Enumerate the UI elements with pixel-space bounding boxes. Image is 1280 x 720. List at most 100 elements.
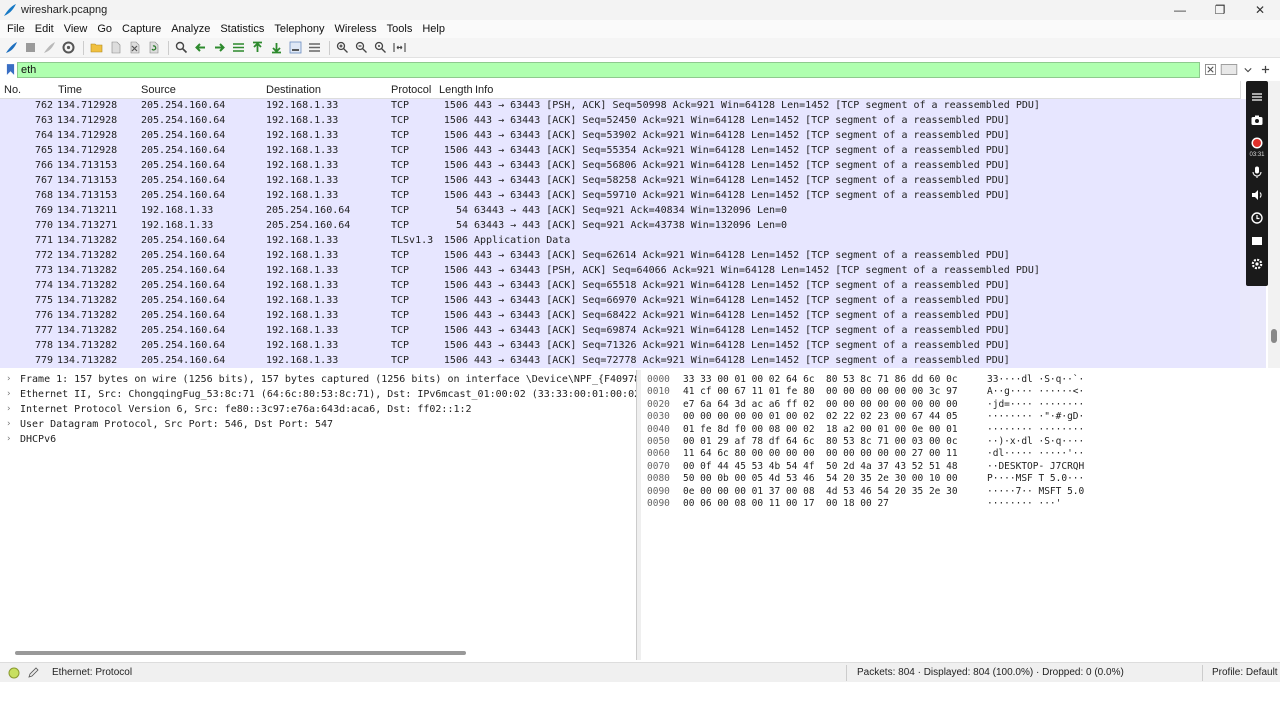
detail-row-frame[interactable]: › Frame 1: 157 bytes on wire (1256 bits),… bbox=[0, 373, 636, 388]
zoom-reset-button[interactable] bbox=[372, 40, 389, 56]
bytes-row[interactable]: 0080 50 00 0b 00 05 4d 53 46 54 20 35 2e … bbox=[641, 473, 1280, 485]
details-horizontal-scrollbar[interactable] bbox=[15, 651, 466, 655]
menu-go[interactable]: Go bbox=[92, 23, 117, 35]
bytes-row[interactable]: 0060 11 64 6c 80 00 00 00 00 00 00 00 00 … bbox=[641, 448, 1280, 460]
scrollbar-thumb[interactable] bbox=[1271, 329, 1277, 343]
open-file-button[interactable] bbox=[88, 40, 105, 56]
packet-row[interactable]: 767 134.713153 205.254.160.64 192.168.1.33 T… bbox=[0, 174, 1240, 189]
column-header-source[interactable]: Source bbox=[141, 84, 176, 96]
reload-file-button[interactable] bbox=[145, 40, 162, 56]
minimize-button[interactable]: — bbox=[1160, 0, 1200, 20]
packet-row[interactable]: 779 134.713282 205.254.160.64 192.168.1.33 T… bbox=[0, 354, 1240, 368]
menu-file[interactable]: File bbox=[2, 23, 30, 35]
packet-row[interactable]: 777 134.713282 205.254.160.64 192.168.1.33 T… bbox=[0, 324, 1240, 339]
packet-row[interactable]: 773 134.713282 205.254.160.64 192.168.1.33 T… bbox=[0, 264, 1240, 279]
packet-row[interactable]: 774 134.713282 205.254.160.64 192.168.1.33 T… bbox=[0, 279, 1240, 294]
menu-tools[interactable]: Tools bbox=[382, 23, 418, 35]
column-header-length[interactable]: Length bbox=[439, 84, 473, 96]
bytes-row[interactable]: 0020 e7 6a 64 3d ac a6 ff 02 00 00 00 00 … bbox=[641, 399, 1280, 411]
expand-arrow-icon[interactable]: › bbox=[6, 419, 11, 429]
column-header-time[interactable]: Time bbox=[58, 84, 82, 96]
bytes-row[interactable]: 0010 41 cf 00 67 11 01 fe 80 00 00 00 00 … bbox=[641, 386, 1280, 398]
packet-row[interactable]: 769 134.713211 192.168.1.33 205.254.160.64 T… bbox=[0, 204, 1240, 219]
find-packet-button[interactable] bbox=[173, 40, 190, 56]
menu-wireless[interactable]: Wireless bbox=[330, 23, 382, 35]
packet-row[interactable]: 778 134.713282 205.254.160.64 192.168.1.33 T… bbox=[0, 339, 1240, 354]
menu-view[interactable]: View bbox=[59, 23, 93, 35]
detail-row-ethernet[interactable]: › Ethernet II, Src: ChongqingFug_53:8c:71… bbox=[0, 388, 636, 403]
packet-row[interactable]: 772 134.713282 205.254.160.64 192.168.1.33 T… bbox=[0, 249, 1240, 264]
close-file-button[interactable] bbox=[126, 40, 143, 56]
recorder-menu-button[interactable] bbox=[1249, 89, 1265, 105]
packet-row[interactable]: 763 134.712928 205.254.160.64 192.168.1.33 T… bbox=[0, 114, 1240, 129]
recorder-timer-button[interactable] bbox=[1249, 210, 1265, 226]
bytes-row[interactable]: 0030 00 00 00 00 00 01 00 02 02 22 02 23 … bbox=[641, 411, 1280, 423]
go-forward-button[interactable] bbox=[211, 40, 228, 56]
recorder-settings-button[interactable] bbox=[1249, 256, 1265, 272]
column-header-no[interactable]: No. bbox=[4, 84, 21, 96]
expand-arrow-icon[interactable]: › bbox=[6, 434, 11, 444]
packet-row[interactable]: 766 134.713153 205.254.160.64 192.168.1.33 T… bbox=[0, 159, 1240, 174]
column-header-info[interactable]: Info bbox=[475, 84, 493, 96]
bytes-row[interactable]: 0090 00 06 00 08 00 11 00 17 00 18 00 27 ·… bbox=[641, 498, 1280, 510]
stop-capture-button[interactable] bbox=[22, 40, 39, 56]
zoom-in-button[interactable] bbox=[334, 40, 351, 56]
expand-arrow-icon[interactable]: › bbox=[6, 389, 11, 399]
save-file-button[interactable] bbox=[107, 40, 124, 56]
expert-info-icon[interactable] bbox=[8, 667, 20, 679]
close-button[interactable]: ✕ bbox=[1240, 0, 1280, 20]
bytes-row[interactable]: 0040 01 fe 8d f0 00 08 00 02 18 a2 00 01 … bbox=[641, 424, 1280, 436]
display-filter-input[interactable] bbox=[17, 61, 1200, 78]
status-profile[interactable]: Profile: Default bbox=[1212, 667, 1278, 678]
menu-capture[interactable]: Capture bbox=[117, 23, 166, 35]
detail-row-ipv6[interactable]: › Internet Protocol Version 6, Src: fe80:… bbox=[0, 403, 636, 418]
go-last-button[interactable] bbox=[268, 40, 285, 56]
detail-row-dhcpv6[interactable]: › DHCPv6 bbox=[0, 433, 636, 448]
packet-row[interactable]: 765 134.712928 205.254.160.64 192.168.1.33 T… bbox=[0, 144, 1240, 159]
recorder-audio-button[interactable] bbox=[1249, 187, 1265, 203]
bytes-row[interactable]: 0050 00 01 29 af 78 df 64 6c 80 53 8c 71 … bbox=[641, 436, 1280, 448]
colorize-button[interactable] bbox=[306, 40, 323, 56]
recorder-mic-button[interactable] bbox=[1249, 164, 1265, 180]
packet-list-scrollbar[interactable] bbox=[1268, 81, 1280, 368]
filter-dropdown-button[interactable] bbox=[1241, 63, 1255, 77]
packet-row[interactable]: 775 134.713282 205.254.160.64 192.168.1.33 T… bbox=[0, 294, 1240, 309]
go-to-packet-button[interactable] bbox=[230, 40, 247, 56]
expand-arrow-icon[interactable]: › bbox=[6, 404, 11, 414]
expand-arrow-icon[interactable]: › bbox=[6, 374, 11, 384]
maximize-button[interactable]: ❐ bbox=[1200, 0, 1240, 20]
edit-comment-icon[interactable] bbox=[27, 666, 40, 679]
menu-help[interactable]: Help bbox=[417, 23, 450, 35]
menu-telephony[interactable]: Telephony bbox=[269, 23, 329, 35]
bytes-row[interactable]: 0000 33 33 00 01 00 02 64 6c 80 53 8c 71 … bbox=[641, 374, 1280, 386]
restart-capture-button[interactable] bbox=[41, 40, 58, 56]
zoom-out-button[interactable] bbox=[353, 40, 370, 56]
packet-row[interactable]: 770 134.713271 192.168.1.33 205.254.160.64 T… bbox=[0, 219, 1240, 234]
resize-columns-button[interactable] bbox=[391, 40, 408, 56]
packet-row[interactable]: 762 134.712928 205.254.160.64 192.168.1.33 T… bbox=[0, 99, 1240, 114]
menu-statistics[interactable]: Statistics bbox=[215, 23, 269, 35]
recorder-record-button[interactable] bbox=[1249, 135, 1265, 151]
recorder-window-button[interactable] bbox=[1249, 233, 1265, 249]
start-capture-button[interactable] bbox=[3, 40, 20, 56]
clear-filter-button[interactable] bbox=[1203, 63, 1217, 77]
column-header-protocol[interactable]: Protocol bbox=[391, 84, 431, 96]
detail-row-udp[interactable]: › User Datagram Protocol, Src Port: 546, … bbox=[0, 418, 636, 433]
apply-filter-button[interactable] bbox=[1220, 63, 1238, 77]
bytes-row[interactable]: 0090 0e 00 00 00 01 37 00 08 4d 53 46 54 … bbox=[641, 486, 1280, 498]
packet-row[interactable]: 764 134.712928 205.254.160.64 192.168.1.33 T… bbox=[0, 129, 1240, 144]
go-back-button[interactable] bbox=[192, 40, 209, 56]
packet-row[interactable]: 768 134.713153 205.254.160.64 192.168.1.33 T… bbox=[0, 189, 1240, 204]
go-first-button[interactable] bbox=[249, 40, 266, 56]
packet-row[interactable]: 771 134.713282 205.254.160.64 192.168.1.33 T… bbox=[0, 234, 1240, 249]
autoscroll-button[interactable] bbox=[287, 40, 304, 56]
capture-options-button[interactable] bbox=[60, 40, 77, 56]
packet-row[interactable]: 776 134.713282 205.254.160.64 192.168.1.33 T… bbox=[0, 309, 1240, 324]
bytes-row[interactable]: 0070 00 0f 44 45 53 4b 54 4f 50 2d 4a 37 … bbox=[641, 461, 1280, 473]
filter-bookmark-button[interactable] bbox=[3, 62, 17, 77]
menu-analyze[interactable]: Analyze bbox=[166, 23, 215, 35]
column-header-destination[interactable]: Destination bbox=[266, 84, 321, 96]
add-filter-button[interactable] bbox=[1258, 63, 1272, 77]
menu-edit[interactable]: Edit bbox=[30, 23, 59, 35]
recorder-camera-button[interactable] bbox=[1249, 112, 1265, 128]
